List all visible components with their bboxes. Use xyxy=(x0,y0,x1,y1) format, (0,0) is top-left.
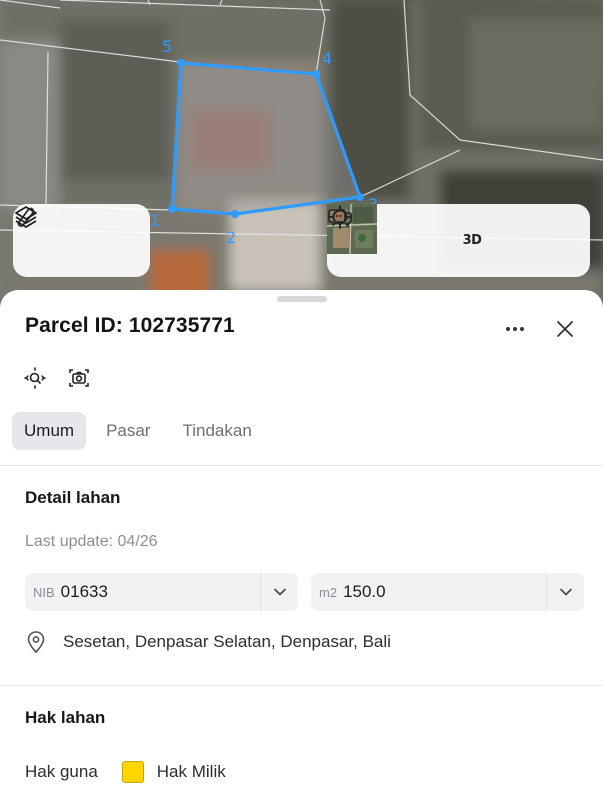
area-value: 150.0 xyxy=(343,582,386,601)
3d-view-icon: 3D xyxy=(462,233,482,248)
vertex-label-2: 2 xyxy=(226,228,236,247)
hak-guna-label: Hak guna xyxy=(25,762,98,781)
divider xyxy=(0,465,603,466)
more-dots-icon xyxy=(506,327,524,331)
locate-me-button[interactable] xyxy=(328,205,447,266)
map-view[interactable]: 5 4 3 2 1 xyxy=(0,0,603,330)
hak-guna-row: Hak guna Hak Milik xyxy=(25,761,226,783)
parcel-title: Parcel ID: 102735771 xyxy=(25,314,235,337)
tab-tindakan[interactable]: Tindakan xyxy=(170,412,263,450)
nib-prefix: NIB xyxy=(33,584,55,600)
feedback-button[interactable] xyxy=(328,209,547,266)
chat-feedback-icon xyxy=(328,209,352,227)
map-canvas: 5 4 3 2 1 xyxy=(0,0,603,330)
tab-pasar[interactable]: Pasar xyxy=(94,412,162,450)
zoom-to-parcel-icon xyxy=(24,367,46,389)
chevron-down-icon xyxy=(546,573,584,611)
hak-guna-value: Hak Milik xyxy=(156,762,226,781)
draw-path-icon xyxy=(17,207,35,227)
camera-capture-icon xyxy=(69,369,89,387)
map-view-controls: 3D xyxy=(327,204,590,277)
vertex-label-5: 5 xyxy=(162,37,172,56)
divider xyxy=(0,685,603,686)
close-button[interactable] xyxy=(550,314,580,344)
3d-view-button[interactable]: 3D xyxy=(447,216,497,266)
location-row: Sesetan, Denpasar Selatan, Denpasar, Bal… xyxy=(25,630,391,654)
detail-lahan-heading: Detail lahan xyxy=(25,488,121,507)
map-tools-group xyxy=(13,204,150,277)
last-update-text: Last update: 04/26 xyxy=(25,533,158,550)
nib-select[interactable]: NIB 01633 xyxy=(25,573,298,611)
vertex-label-4: 4 xyxy=(322,49,332,68)
vertex-label-1: 1 xyxy=(150,211,160,230)
hak-milik-color-swatch xyxy=(121,761,144,783)
more-options-button[interactable] xyxy=(497,316,533,342)
nib-value: 01633 xyxy=(60,582,108,601)
parcel-details-sheet: Parcel ID: 102735771 Umum Pasar Tindakan… xyxy=(0,290,603,804)
draw-path-button[interactable] xyxy=(17,207,141,266)
close-icon xyxy=(557,321,573,337)
location-text: Sesetan, Denpasar Selatan, Denpasar, Bal… xyxy=(63,632,391,651)
hak-lahan-heading: Hak lahan xyxy=(25,708,106,727)
location-pin-icon xyxy=(27,631,45,653)
zoom-to-parcel-button[interactable] xyxy=(22,365,48,391)
tab-umum[interactable]: Umum xyxy=(12,412,87,450)
area-unit-prefix: m2 xyxy=(319,584,338,600)
chevron-down-icon xyxy=(260,573,298,611)
section-tabs: Umum Pasar Tindakan xyxy=(12,412,264,450)
area-select[interactable]: m2 150.0 xyxy=(311,573,584,611)
sheet-drag-handle[interactable] xyxy=(277,296,327,302)
screenshot-button[interactable] xyxy=(66,365,92,391)
